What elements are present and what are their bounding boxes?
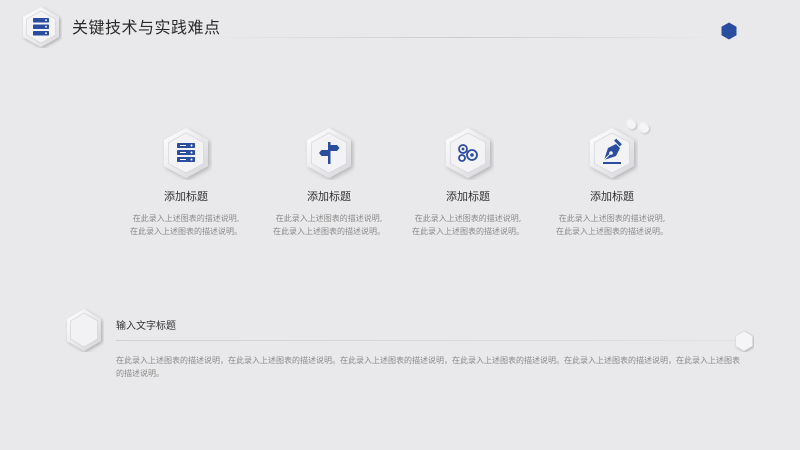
feature-hexagon [307, 128, 351, 178]
accent-hexagon [721, 22, 737, 40]
feature-description: 在此录入上述图表的描述说明, 在此录入上述图表的描述说明。 [273, 214, 385, 236]
header-hexagon [23, 7, 59, 47]
small-hexagon [735, 330, 753, 352]
feature-description: 在此录入上述图表的描述说明, 在此录入上述图表的描述说明。 [130, 214, 242, 236]
header-divider [200, 37, 720, 38]
feature-description: 在此录入上述图表的描述说明, 在此录入上述图表的描述说明。 [556, 214, 668, 236]
feature-card: 添加标题 在此录入上述图表的描述说明, 在此录入上述图表的描述说明。 [542, 126, 682, 238]
feature-title: 添加标题 [590, 190, 634, 203]
bottom-hexagon [67, 309, 101, 351]
section-title: 输入文字标题 [116, 321, 176, 332]
feature-hexagon [164, 128, 208, 178]
feature-title: 添加标题 [307, 190, 351, 203]
page-title: 关键技术与实践难点 [72, 18, 221, 37]
feature-card: 添加标题 在此录入上述图表的描述说明, 在此录入上述图表的描述说明。 [398, 126, 538, 238]
section-divider [116, 340, 736, 341]
section-description: 在此录入上述图表的描述说明，在此录入上述图表的描述说明。在此录入上述图表的描述说… [116, 356, 740, 378]
feature-card: 添加标题 在此录入上述图表的描述说明, 在此录入上述图表的描述说明。 [259, 126, 399, 238]
feature-hexagon [590, 128, 634, 178]
feature-card: 添加标题 在此录入上述图表的描述说明, 在此录入上述图表的描述说明。 [116, 126, 256, 238]
feature-hexagon [446, 128, 490, 178]
server-icon [177, 143, 195, 162]
feature-title: 添加标题 [446, 190, 490, 203]
feature-title: 添加标题 [164, 190, 208, 203]
feature-description: 在此录入上述图表的描述说明, 在此录入上述图表的描述说明。 [412, 214, 524, 236]
server-icon [33, 18, 49, 36]
slide: 关键技术与实践难点 添加标题 在此录入上述图表的描述说明, 在此录入上述图表的描… [0, 0, 800, 450]
